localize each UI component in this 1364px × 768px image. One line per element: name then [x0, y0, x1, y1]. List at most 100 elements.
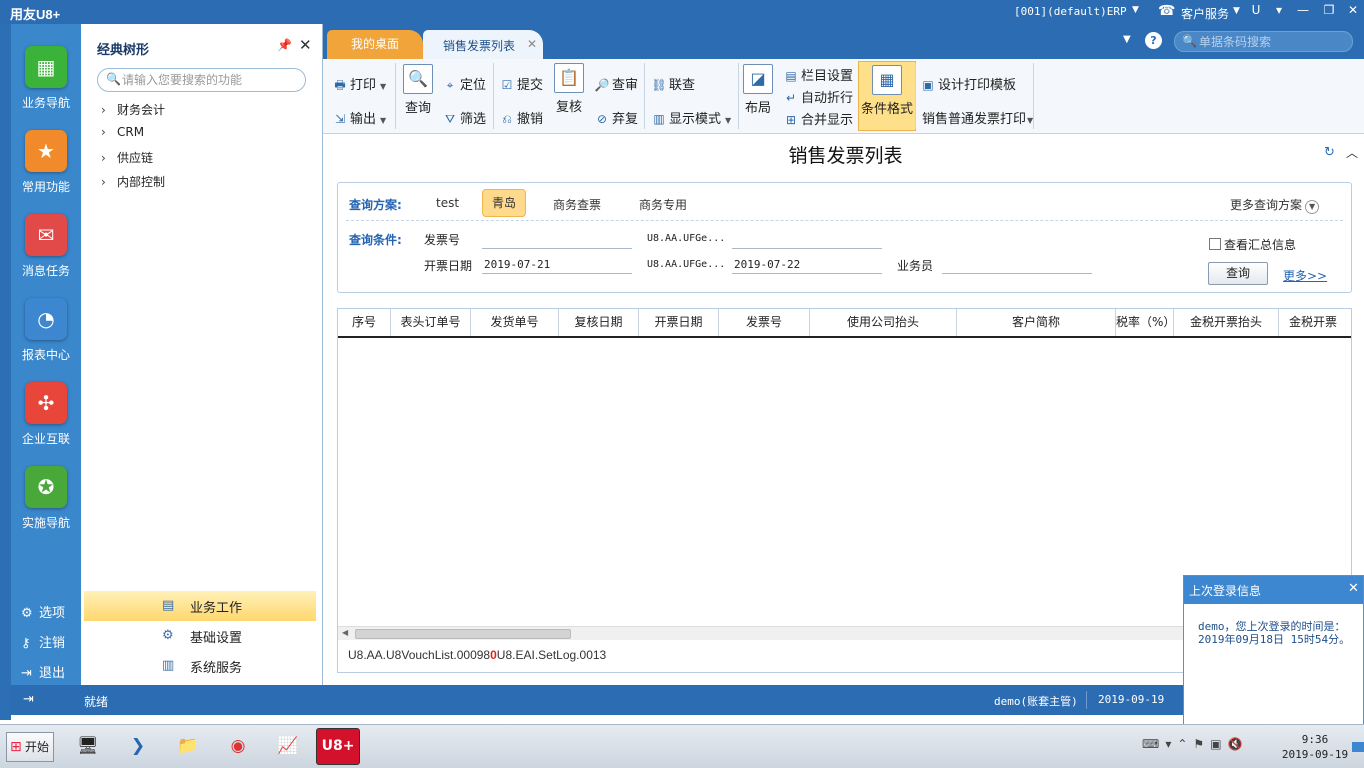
horizontal-scrollbar[interactable]: ◀ — [338, 626, 1185, 640]
chevron-down-icon[interactable]: ▼ — [1233, 6, 1240, 16]
system-clock[interactable]: 9:36 2019-09-19 — [1280, 732, 1350, 762]
invoice-date-to-field[interactable]: 2019-07-22 — [732, 256, 882, 274]
column-header[interactable]: 金税开票 — [1279, 309, 1351, 336]
chevron-down-icon[interactable]: ▼ — [380, 116, 386, 125]
tray-menu-icon[interactable]: ▾ — [1165, 737, 1177, 751]
nav-business-navigation[interactable]: ▦ 业务导航 — [11, 46, 81, 130]
salesman-field[interactable] — [942, 256, 1092, 274]
field2-input[interactable] — [732, 231, 882, 249]
display-mode-button[interactable]: ▥ 显示模式 ▼ — [651, 108, 731, 127]
pin-icon[interactable]: 📌 — [277, 38, 292, 52]
recheck-button[interactable]: 📋 复核 — [554, 63, 584, 115]
close-button[interactable]: ✕ — [1344, 3, 1362, 21]
close-icon[interactable]: ✕ — [299, 36, 312, 54]
help-icon[interactable]: ? — [1145, 32, 1162, 49]
condition-format-button[interactable]: ▦ 条件格式 — [858, 61, 916, 131]
nav-common-functions[interactable]: ★ 常用功能 — [11, 130, 81, 214]
filter-button[interactable]: ⛛ 筛选 — [442, 108, 486, 127]
column-header[interactable]: 复核日期 — [559, 309, 639, 336]
more-conditions-link[interactable]: 更多>> — [1283, 267, 1327, 284]
tab-dropdown-icon[interactable]: ▼ — [1123, 34, 1131, 45]
tree-node-finance[interactable]: › 财务会计 — [101, 101, 165, 118]
network-icon[interactable]: ▣ — [1210, 737, 1227, 751]
layout-button[interactable]: ◪ 布局 — [743, 64, 773, 116]
headset-icon[interactable]: ☎ — [1158, 3, 1175, 19]
nav-enterprise-interconnect[interactable]: ✣ 企业互联 — [11, 382, 81, 466]
nav-implementation-navigation[interactable]: ✪ 实施导航 — [11, 466, 81, 550]
menu-system-services[interactable]: ▥ 系统服务 — [84, 651, 316, 681]
customer-service-menu[interactable]: 客户服务 — [1181, 5, 1229, 22]
menu-basic-settings[interactable]: ⚙ 基础设置 — [84, 621, 316, 651]
keyboard-icon[interactable]: ⌨ — [1142, 737, 1165, 751]
start-button[interactable]: ⊞ 开始 — [6, 732, 54, 762]
tree-node-crm[interactable]: › CRM — [101, 125, 144, 139]
nav-report-center[interactable]: ◔ 报表中心 — [11, 298, 81, 382]
barcode-search-input[interactable] — [1199, 34, 1347, 49]
powershell-icon[interactable]: ❯ — [116, 728, 160, 765]
print-button[interactable]: 🖶 打印 ▼ — [332, 74, 386, 93]
close-tab-icon[interactable]: ✕ — [527, 37, 537, 51]
column-header[interactable]: 开票日期 — [639, 309, 719, 336]
dropdown-icon[interactable]: ▾ — [1270, 3, 1288, 21]
close-icon[interactable]: ✕ — [1348, 581, 1359, 596]
locate-button[interactable]: ⌖ 定位 — [442, 74, 486, 93]
server-manager-icon[interactable]: 🖥 — [66, 728, 110, 765]
show-desktop-button[interactable] — [1352, 742, 1364, 752]
options-button[interactable]: ⚙ 选项 — [21, 602, 65, 621]
tab-sales-invoice-list[interactable]: 销售发票列表 ✕ — [423, 30, 543, 59]
tab-my-desktop[interactable]: 我的桌面 — [327, 30, 423, 59]
query-submit-button[interactable]: 查询 — [1208, 262, 1268, 285]
tree-node-supply-chain[interactable]: › 供应链 — [101, 149, 153, 166]
design-print-template-button[interactable]: ▣ 设计打印模板 — [920, 74, 1016, 93]
chevron-up-icon[interactable]: ︿ — [1346, 144, 1358, 161]
revoke-button[interactable]: ⎌ 撤销 — [499, 108, 543, 127]
task-manager-icon[interactable]: 📈 — [266, 728, 310, 765]
query-button[interactable]: 🔍 查询 — [401, 64, 435, 116]
scheme-business-special[interactable]: 商务专用 — [639, 196, 687, 213]
scheme-test[interactable]: test — [436, 196, 459, 210]
chevron-down-icon[interactable]: ▼ — [380, 82, 386, 91]
export-button[interactable]: ⇲ 输出 ▼ — [332, 108, 386, 127]
linked-query-button[interactable]: ⛓ 联查 — [651, 74, 695, 93]
scheme-qingdao[interactable]: 青岛 — [482, 189, 526, 217]
summary-checkbox[interactable]: 查看汇总信息 — [1209, 236, 1296, 253]
column-header[interactable]: 发票号 — [719, 309, 810, 336]
checkbox-box[interactable] — [1209, 238, 1221, 250]
volume-muted-icon[interactable]: 🔇 — [1228, 737, 1249, 751]
chevron-down-icon[interactable]: ▼ — [725, 116, 731, 125]
more-query-schemes[interactable]: 更多查询方案 ▼ — [1230, 196, 1320, 214]
tree-node-internal-control[interactable]: › 内部控制 — [101, 173, 165, 190]
minimize-button[interactable]: — — [1294, 3, 1312, 21]
arrow-right-bar-icon[interactable]: ⇥ — [23, 692, 34, 707]
merge-display-button[interactable]: ⊞ 合并显示 — [783, 109, 853, 128]
chrome-icon[interactable]: ◉ — [216, 728, 260, 765]
menu-business-work[interactable]: ▤ 业务工作 — [84, 591, 316, 621]
function-search-input[interactable] — [122, 72, 300, 88]
column-header[interactable]: 使用公司抬头 — [810, 309, 957, 336]
discard-review-button[interactable]: ⊘ 弃复 — [594, 108, 638, 127]
column-header[interactable]: 序号 — [338, 309, 391, 336]
invoice-date-from-field[interactable]: 2019-07-21 — [482, 256, 632, 274]
refresh-icon[interactable]: ↻ — [1324, 145, 1335, 160]
logout-button[interactable]: ⚷ 注销 — [21, 632, 65, 651]
u8-taskbar-button[interactable]: U8+ — [316, 728, 360, 765]
print-template-select[interactable]: 销售普通发票打印▼ — [922, 108, 1033, 127]
file-explorer-icon[interactable]: 📁 — [166, 728, 210, 765]
exit-button[interactable]: ⇥ 退出 — [21, 662, 65, 681]
auto-wrap-button[interactable]: ↵ 自动折行 — [783, 87, 853, 106]
function-search-box[interactable]: 🔍 — [97, 68, 306, 92]
show-hidden-icons[interactable]: ⌃ — [1177, 737, 1193, 751]
system-tray[interactable]: ⌨▾⌃⚑▣🔇 — [1142, 737, 1248, 751]
barcode-search-box[interactable]: 🔍 — [1174, 31, 1353, 52]
nav-message-tasks[interactable]: ✉ 消息任务 — [11, 214, 81, 298]
u-icon[interactable]: U — [1247, 3, 1265, 21]
flag-icon[interactable]: ⚑ — [1193, 737, 1210, 751]
connection-selector[interactable]: [001](default)ERP — [1014, 5, 1127, 18]
review-button[interactable]: 🔎 查审 — [594, 74, 639, 93]
column-settings-button[interactable]: ▤ 栏目设置 — [783, 65, 853, 84]
submit-button[interactable]: ☑ 提交 — [499, 74, 543, 93]
column-header[interactable]: 表头订单号 — [391, 309, 471, 336]
column-header[interactable]: 税率（%） — [1116, 309, 1174, 336]
scheme-business-invoice-check[interactable]: 商务查票 — [553, 196, 601, 213]
restore-button[interactable]: ❐ — [1320, 3, 1338, 21]
